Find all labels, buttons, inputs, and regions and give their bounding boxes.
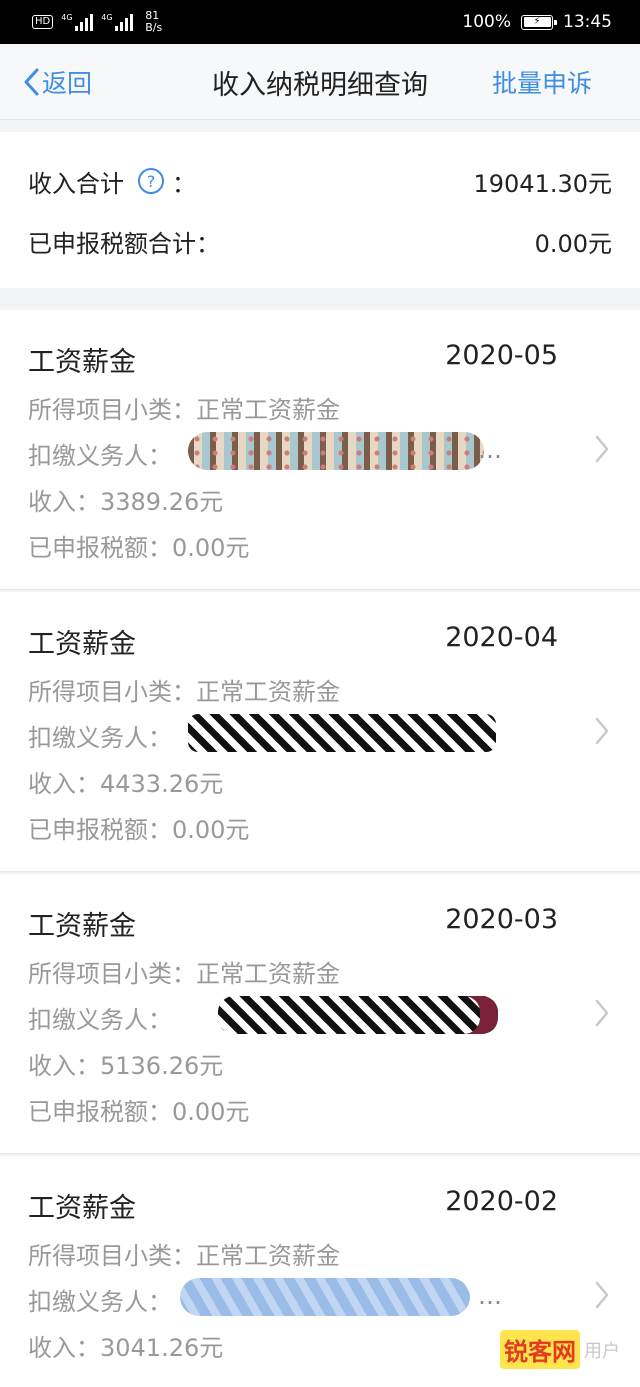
signal-tag: 4G <box>61 13 73 22</box>
status-bar: HD 4G 4G 81 B/s 100% ⚡ 13:45 <box>0 0 640 44</box>
record-withholder-label: 扣缴义务人： <box>28 724 172 752</box>
record-date: 2020-04 <box>445 622 558 653</box>
back-label: 返回 <box>42 69 93 98</box>
battery-percent: 100% <box>462 12 511 32</box>
record-title: 工资薪金 <box>28 629 136 660</box>
redaction-mark <box>188 714 496 752</box>
tax-total-label: 已申报税额合计： <box>28 229 220 258</box>
chevron-right-icon <box>595 435 609 463</box>
clock: 13:45 <box>563 12 612 32</box>
record-income: 收入：3041.26元 <box>28 1334 224 1362</box>
record-tax: 已申报税额：0.00元 <box>28 1098 250 1126</box>
record-income: 收入：5136.26元 <box>28 1052 224 1080</box>
income-total-row: 收入合计 ? ： 19041.30元 <box>28 161 612 201</box>
record-withholder-label: 扣缴义务人： <box>28 1006 172 1034</box>
redaction-mark <box>188 432 484 470</box>
record-withholder-label: 扣缴义务人： <box>28 442 172 470</box>
battery-icon: ⚡ <box>521 14 557 30</box>
back-button[interactable]: 返回 <box>22 64 92 100</box>
watermark: 锐客网 用户 <box>500 1330 620 1369</box>
record-tax: 已申报税额：0.00元 <box>28 534 250 562</box>
record-title: 工资薪金 <box>28 1193 136 1224</box>
record-title: 工资薪金 <box>28 347 136 378</box>
network-speed: 81 B/s <box>145 10 162 34</box>
tax-total-value: 0.00元 <box>534 229 612 258</box>
chevron-left-icon <box>24 68 39 96</box>
record-date: 2020-02 <box>445 1186 558 1217</box>
signal-icon: 4G <box>101 13 134 31</box>
income-total-value: 19041.30元 <box>473 169 612 198</box>
record-card[interactable]: 工资薪金 2020-05 所得项目小类：正常工资薪金 扣缴义务人： … 收入：3… <box>0 310 640 590</box>
record-tax: 已申报税额：0.00元 <box>28 816 250 844</box>
nav-bar: 返回 收入纳税明细查询 批量申诉 <box>0 44 640 120</box>
chevron-right-icon <box>595 717 609 745</box>
record-subcategory: 所得项目小类：正常工资薪金 <box>28 960 340 988</box>
chevron-right-icon <box>595 1281 609 1309</box>
signal-tag: 4G <box>101 13 113 22</box>
question-circle-icon[interactable]: ? <box>138 168 164 194</box>
record-date: 2020-05 <box>445 340 558 371</box>
watermark-tail: 用户 <box>584 1340 620 1362</box>
record-subcategory: 所得项目小类：正常工资薪金 <box>28 396 340 424</box>
tax-total-row: 已申报税额合计： 0.00元 <box>28 221 612 261</box>
summary-panel: 收入合计 ? ： 19041.30元 已申报税额合计： 0.00元 <box>0 132 640 288</box>
income-total-label: 收入合计 <box>28 169 124 198</box>
redaction-mark <box>180 1278 470 1316</box>
record-subcategory: 所得项目小类：正常工资薪金 <box>28 678 340 706</box>
record-date: 2020-03 <box>445 904 558 935</box>
record-income: 收入：3389.26元 <box>28 488 224 516</box>
record-title: 工资薪金 <box>28 911 136 942</box>
withholder-ellipsis: … <box>478 436 502 464</box>
record-subcategory: 所得项目小类：正常工资薪金 <box>28 1242 340 1270</box>
record-withholder-label: 扣缴义务人： <box>28 1288 172 1316</box>
batch-appeal-button[interactable]: 批量申诉 <box>492 64 592 100</box>
income-total-colon: ： <box>172 169 196 198</box>
record-card[interactable]: 工资薪金 2020-04 所得项目小类：正常工资薪金 扣缴义务人： 收入：443… <box>0 592 640 872</box>
speed-unit: B/s <box>145 21 163 34</box>
chevron-right-icon <box>595 999 609 1027</box>
record-income: 收入：4433.26元 <box>28 770 224 798</box>
redaction-mark <box>218 996 498 1034</box>
watermark-brand: 锐客网 <box>500 1330 580 1369</box>
signal-icon: 4G <box>61 13 94 31</box>
record-card[interactable]: 工资薪金 2020-03 所得项目小类：正常工资薪金 扣缴义务人： 收入：513… <box>0 874 640 1154</box>
hd-icon: HD <box>32 15 54 29</box>
withholder-ellipsis: … <box>478 1282 502 1310</box>
